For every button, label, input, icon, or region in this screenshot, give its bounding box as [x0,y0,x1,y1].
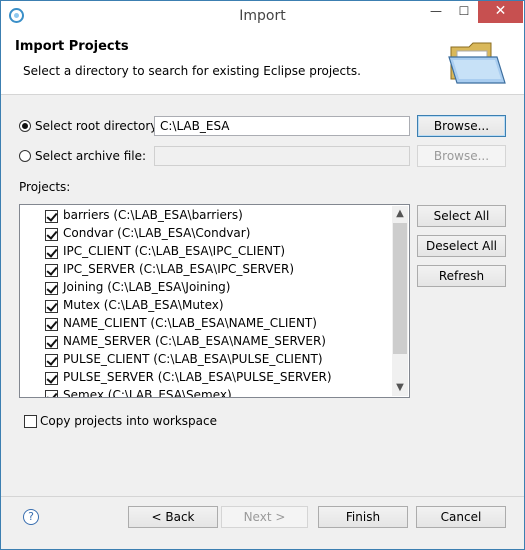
list-item[interactable]: PULSE_SERVER (C:\LAB_ESA\PULSE_SERVER) [63,370,332,388]
back-button[interactable]: < Back [128,506,218,528]
list-item[interactable]: Condvar (C:\LAB_ESA\Condvar) [63,226,250,244]
projects-label: Projects: [19,180,71,194]
title-bar: Import — ☐ ✕ [1,1,524,31]
banner-title: Import Projects [15,39,129,54]
refresh-button[interactable]: Refresh [417,265,506,287]
root-directory-input[interactable]: C:\LAB_ESA [154,116,410,136]
finish-button[interactable]: Finish [318,506,408,528]
project-checkbox[interactable] [45,246,58,259]
archive-file-label[interactable]: Select archive file: [35,149,146,163]
close-button[interactable]: ✕ [478,1,523,23]
select-all-button[interactable]: Select All [417,205,506,227]
scroll-up-icon[interactable]: ▲ [392,206,408,222]
list-item[interactable]: NAME_SERVER (C:\LAB_ESA\NAME_SERVER) [63,334,326,352]
archive-browse-button: Browse... [417,145,506,167]
project-checkbox[interactable] [45,354,58,367]
list-item[interactable]: Joining (C:\LAB_ESA\Joining) [63,280,230,298]
list-item[interactable]: IPC_SERVER (C:\LAB_ESA\IPC_SERVER) [63,262,294,280]
footer-separator [1,496,524,497]
root-directory-label[interactable]: Select root directory: [35,119,161,133]
root-directory-radio[interactable] [19,120,31,132]
deselect-all-button[interactable]: Deselect All [417,235,506,257]
project-checkbox[interactable] [45,300,58,313]
wizard-banner: Import Projects Select a directory to se… [1,31,524,95]
projects-list[interactable]: barriers (C:\LAB_ESA\barriers) Condvar (… [19,204,410,398]
banner-description: Select a directory to search for existin… [23,64,361,78]
maximize-button[interactable]: ☐ [450,1,478,23]
next-button: Next > [221,506,308,528]
copy-projects-label[interactable]: Copy projects into workspace [40,414,217,428]
list-item[interactable]: Mutex (C:\LAB_ESA\Mutex) [63,298,224,316]
list-item[interactable]: Semex (C:\LAB_ESA\Semex) [63,388,232,397]
open-folder-icon [448,42,506,84]
archive-file-radio[interactable] [19,150,31,162]
project-checkbox[interactable] [45,210,58,223]
project-checkbox[interactable] [45,228,58,241]
help-icon[interactable]: ? [23,509,39,525]
list-item[interactable]: IPC_CLIENT (C:\LAB_ESA\IPC_CLIENT) [63,244,285,262]
project-checkbox[interactable] [45,264,58,277]
list-item[interactable]: barriers (C:\LAB_ESA\barriers) [63,208,243,226]
scrollbar-thumb[interactable] [393,223,407,354]
project-checkbox[interactable] [45,390,58,397]
copy-projects-checkbox[interactable] [24,415,37,428]
minimize-button[interactable]: — [422,1,450,23]
project-checkbox[interactable] [45,318,58,331]
project-checkbox[interactable] [45,282,58,295]
cancel-button[interactable]: Cancel [416,506,506,528]
archive-file-input [154,146,410,166]
list-item[interactable]: PULSE_CLIENT (C:\LAB_ESA\PULSE_CLIENT) [63,352,323,370]
project-checkbox[interactable] [45,372,58,385]
root-browse-button[interactable]: Browse... [417,115,506,137]
list-item[interactable]: NAME_CLIENT (C:\LAB_ESA\NAME_CLIENT) [63,316,317,334]
scroll-down-icon[interactable]: ▼ [392,380,408,396]
import-dialog: Import — ☐ ✕ Import Projects Select a di… [0,0,525,550]
project-checkbox[interactable] [45,336,58,349]
